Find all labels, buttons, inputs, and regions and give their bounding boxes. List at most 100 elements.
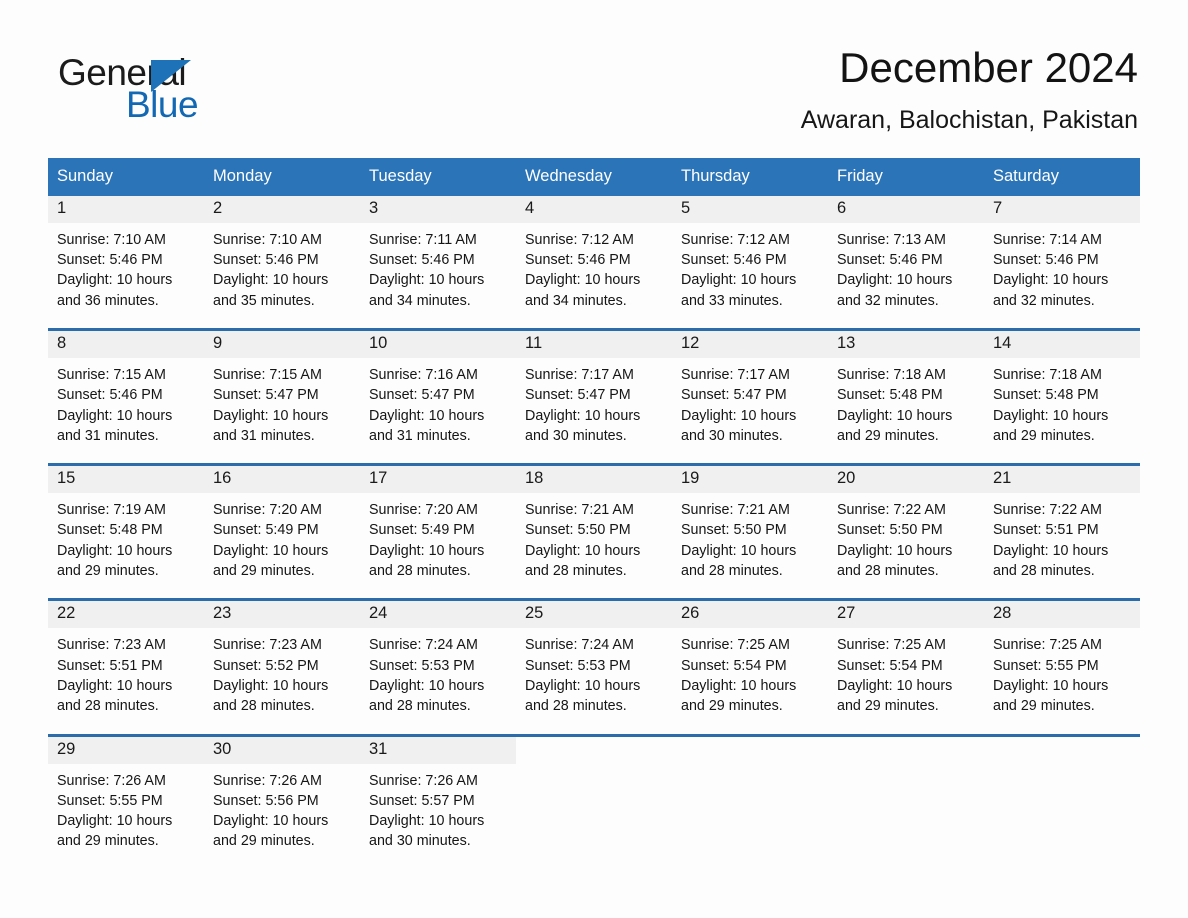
- sunrise-line: Sunrise: 7:25 AM: [837, 637, 946, 654]
- day-details: Sunrise: 7:16 AM Sunset: 5:47 PM Dayligh…: [360, 358, 516, 446]
- day-cell[interactable]: 29 Sunrise: 7:26 AM Sunset: 5:55 PM Dayl…: [48, 736, 204, 852]
- daylight-line-1: Daylight: 10 hours: [993, 542, 1109, 559]
- sunrise-line: Sunrise: 7:11 AM: [369, 231, 477, 248]
- day-cell[interactable]: 2 Sunrise: 7:10 AM Sunset: 5:46 PM Dayli…: [204, 195, 360, 311]
- daylight-line-1: Daylight: 10 hours: [57, 272, 173, 289]
- brand-name-blue: Blue: [126, 84, 199, 125]
- day-cell[interactable]: 5 Sunrise: 7:12 AM Sunset: 5:46 PM Dayli…: [672, 195, 828, 311]
- daylight-line-2: and 29 minutes.: [57, 833, 159, 850]
- day-cell[interactable]: 6 Sunrise: 7:13 AM Sunset: 5:46 PM Dayli…: [828, 195, 984, 311]
- day-number-band: 19: [672, 466, 828, 494]
- sunset-line: Sunset: 5:47 PM: [525, 387, 631, 404]
- day-details: Sunrise: 7:20 AM Sunset: 5:49 PM Dayligh…: [204, 493, 360, 581]
- week-row: 22 Sunrise: 7:23 AM Sunset: 5:51 PM Dayl…: [48, 598, 1140, 717]
- day-number-band: 11: [516, 330, 672, 358]
- sunrise-line: Sunrise: 7:24 AM: [525, 637, 634, 654]
- sunset-line: Sunset: 5:49 PM: [369, 522, 475, 539]
- daylight-line-1: Daylight: 10 hours: [993, 407, 1109, 424]
- sunset-line: Sunset: 5:52 PM: [213, 657, 319, 674]
- day-number: 12: [681, 333, 700, 352]
- day-number-band: 29: [48, 736, 204, 764]
- daylight-line-2: and 29 minutes.: [57, 563, 159, 580]
- day-number: 3: [369, 198, 379, 217]
- day-cell[interactable]: 17 Sunrise: 7:20 AM Sunset: 5:49 PM Dayl…: [360, 466, 516, 582]
- weekday-header-monday: Monday: [213, 167, 272, 185]
- day-cell[interactable]: 30 Sunrise: 7:26 AM Sunset: 5:56 PM Dayl…: [204, 736, 360, 852]
- day-details: Sunrise: 7:25 AM Sunset: 5:55 PM Dayligh…: [984, 628, 1140, 716]
- day-cell[interactable]: 31 Sunrise: 7:26 AM Sunset: 5:57 PM Dayl…: [360, 736, 516, 852]
- day-cell[interactable]: 9 Sunrise: 7:15 AM Sunset: 5:47 PM Dayli…: [204, 330, 360, 447]
- day-cell[interactable]: 27 Sunrise: 7:25 AM Sunset: 5:54 PM Dayl…: [828, 601, 984, 717]
- sunset-line: Sunset: 5:46 PM: [57, 252, 163, 269]
- calendar-grid: Sunday Monday Tuesday Wednesday Thursday…: [48, 158, 1140, 852]
- day-number-band: 23: [204, 601, 360, 629]
- daylight-line-2: and 28 minutes.: [525, 698, 627, 715]
- daylight-line-2: and 29 minutes.: [681, 698, 783, 715]
- day-details: Sunrise: 7:10 AM Sunset: 5:46 PM Dayligh…: [48, 223, 204, 311]
- sunrise-line: Sunrise: 7:10 AM: [57, 231, 166, 248]
- sunrise-line: Sunrise: 7:18 AM: [837, 366, 946, 383]
- day-number: 2: [213, 198, 223, 217]
- day-cell[interactable]: 24 Sunrise: 7:24 AM Sunset: 5:53 PM Dayl…: [360, 601, 516, 717]
- daylight-line-1: Daylight: 10 hours: [681, 677, 797, 694]
- sunset-line: Sunset: 5:46 PM: [993, 252, 1099, 269]
- daylight-line-1: Daylight: 10 hours: [369, 542, 485, 559]
- daylight-line-1: Daylight: 10 hours: [57, 813, 173, 830]
- sunrise-line: Sunrise: 7:12 AM: [525, 231, 634, 248]
- week-spacer: [48, 310, 1140, 328]
- daylight-line-1: Daylight: 10 hours: [213, 677, 329, 694]
- day-number: 10: [369, 333, 388, 352]
- day-cell[interactable]: 15 Sunrise: 7:19 AM Sunset: 5:48 PM Dayl…: [48, 466, 204, 582]
- day-cell[interactable]: 8 Sunrise: 7:15 AM Sunset: 5:46 PM Dayli…: [48, 330, 204, 447]
- day-cell[interactable]: 16 Sunrise: 7:20 AM Sunset: 5:49 PM Dayl…: [204, 466, 360, 582]
- day-cell[interactable]: 7 Sunrise: 7:14 AM Sunset: 5:46 PM Dayli…: [984, 195, 1140, 311]
- daylight-line-1: Daylight: 10 hours: [993, 677, 1109, 694]
- day-cell[interactable]: 23 Sunrise: 7:23 AM Sunset: 5:52 PM Dayl…: [204, 601, 360, 717]
- day-cell[interactable]: 18 Sunrise: 7:21 AM Sunset: 5:50 PM Dayl…: [516, 466, 672, 582]
- day-cell[interactable]: 13 Sunrise: 7:18 AM Sunset: 5:48 PM Dayl…: [828, 330, 984, 447]
- day-number: 6: [837, 198, 847, 217]
- day-cell[interactable]: 25 Sunrise: 7:24 AM Sunset: 5:53 PM Dayl…: [516, 601, 672, 717]
- sunrise-line: Sunrise: 7:18 AM: [993, 366, 1102, 383]
- day-details: Sunrise: 7:25 AM Sunset: 5:54 PM Dayligh…: [828, 628, 984, 716]
- day-cell[interactable]: 12 Sunrise: 7:17 AM Sunset: 5:47 PM Dayl…: [672, 330, 828, 447]
- day-number: 13: [837, 333, 856, 352]
- day-number: 23: [213, 604, 232, 623]
- daylight-line-1: Daylight: 10 hours: [213, 272, 329, 289]
- day-details: Sunrise: 7:17 AM Sunset: 5:47 PM Dayligh…: [516, 358, 672, 446]
- sunset-line: Sunset: 5:53 PM: [525, 657, 631, 674]
- day-cell[interactable]: 1 Sunrise: 7:10 AM Sunset: 5:46 PM Dayli…: [48, 195, 204, 311]
- day-cell[interactable]: 10 Sunrise: 7:16 AM Sunset: 5:47 PM Dayl…: [360, 330, 516, 447]
- daylight-line-2: and 30 minutes.: [369, 833, 471, 850]
- sunset-line: Sunset: 5:46 PM: [213, 252, 319, 269]
- daylight-line-2: and 28 minutes.: [57, 698, 159, 715]
- sunset-line: Sunset: 5:53 PM: [369, 657, 475, 674]
- week-spacer: [48, 716, 1140, 734]
- day-cell[interactable]: 21 Sunrise: 7:22 AM Sunset: 5:51 PM Dayl…: [984, 466, 1140, 582]
- day-number: 29: [57, 739, 76, 758]
- day-number-band: 18: [516, 466, 672, 494]
- day-cell[interactable]: 14 Sunrise: 7:18 AM Sunset: 5:48 PM Dayl…: [984, 330, 1140, 447]
- day-cell[interactable]: 28 Sunrise: 7:25 AM Sunset: 5:55 PM Dayl…: [984, 601, 1140, 717]
- day-number-band: 16: [204, 466, 360, 494]
- day-cell[interactable]: 19 Sunrise: 7:21 AM Sunset: 5:50 PM Dayl…: [672, 466, 828, 582]
- week-row: 29 Sunrise: 7:26 AM Sunset: 5:55 PM Dayl…: [48, 733, 1140, 852]
- day-cell[interactable]: 11 Sunrise: 7:17 AM Sunset: 5:47 PM Dayl…: [516, 330, 672, 447]
- day-cell[interactable]: 20 Sunrise: 7:22 AM Sunset: 5:50 PM Dayl…: [828, 466, 984, 582]
- day-cell[interactable]: 26 Sunrise: 7:25 AM Sunset: 5:54 PM Dayl…: [672, 601, 828, 717]
- sunset-line: Sunset: 5:51 PM: [57, 657, 163, 674]
- daylight-line-1: Daylight: 10 hours: [369, 407, 485, 424]
- day-details: Sunrise: 7:24 AM Sunset: 5:53 PM Dayligh…: [516, 628, 672, 716]
- daylight-line-2: and 28 minutes.: [837, 563, 939, 580]
- day-details: Sunrise: 7:15 AM Sunset: 5:47 PM Dayligh…: [204, 358, 360, 446]
- page-title: December 2024: [839, 44, 1138, 91]
- general-blue-logo[interactable]: General Blue: [48, 46, 308, 132]
- day-cell[interactable]: 4 Sunrise: 7:12 AM Sunset: 5:46 PM Dayli…: [516, 195, 672, 311]
- day-cell[interactable]: 22 Sunrise: 7:23 AM Sunset: 5:51 PM Dayl…: [48, 601, 204, 717]
- day-number: 26: [681, 604, 700, 623]
- day-details: Sunrise: 7:13 AM Sunset: 5:46 PM Dayligh…: [828, 223, 984, 311]
- day-number: 1: [57, 198, 67, 217]
- day-cell[interactable]: 3 Sunrise: 7:11 AM Sunset: 5:46 PM Dayli…: [360, 195, 516, 311]
- daylight-line-2: and 28 minutes.: [681, 563, 783, 580]
- day-number: 17: [369, 469, 388, 488]
